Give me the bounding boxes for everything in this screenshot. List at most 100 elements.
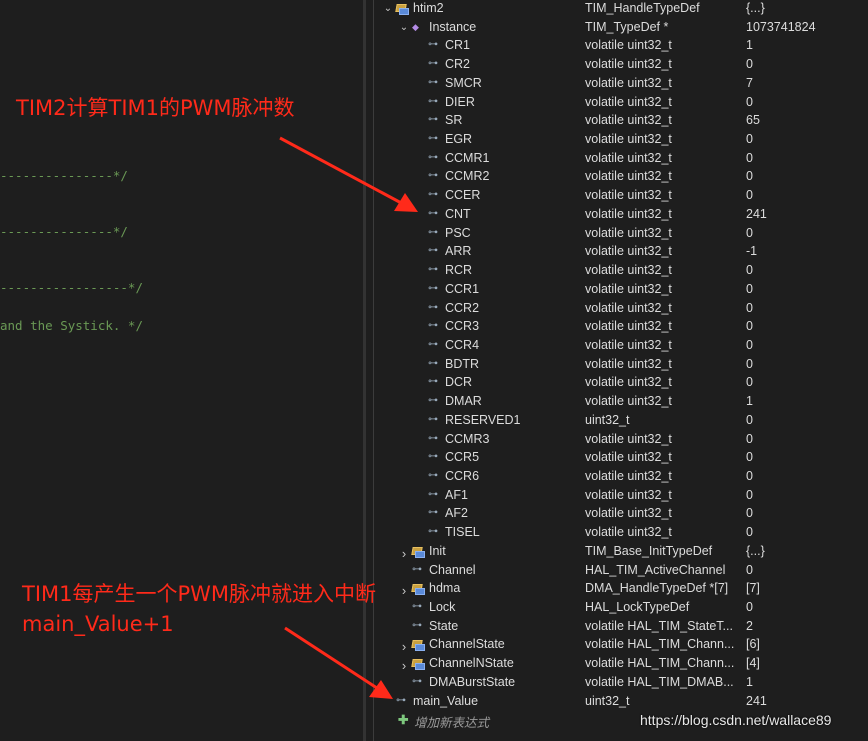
code-comment-line: -----------------*/ — [0, 280, 143, 295]
watch-value[interactable]: 1 — [746, 394, 753, 408]
watch-row[interactable]: ⊶ AF2 volatile uint32_t 0 — [374, 505, 868, 524]
watch-value[interactable]: 0 — [746, 263, 753, 277]
watch-row[interactable]: ⊶ CNT volatile uint32_t 241 — [374, 206, 868, 225]
watch-row[interactable]: ⊶ CR1 volatile uint32_t 1 — [374, 37, 868, 56]
watch-row[interactable]: ⊶ ARR volatile uint32_t -1 — [374, 243, 868, 262]
watch-row[interactable]: › ChannelState volatile HAL_TIM_Chann... [6… — [374, 636, 868, 655]
expand-chevron-icon[interactable]: › — [398, 639, 410, 654]
add-icon: ✚ — [398, 713, 409, 727]
watch-row[interactable]: ⊶ PSC volatile uint32_t 0 — [374, 225, 868, 244]
watch-name: PSC — [445, 225, 471, 240]
watch-row[interactable]: ⊶ CCMR3 volatile uint32_t 0 — [374, 431, 868, 450]
watch-row[interactable]: ⊶ RCR volatile uint32_t 0 — [374, 262, 868, 281]
watch-value[interactable]: 0 — [746, 188, 753, 202]
watch-type: volatile uint32_t — [585, 169, 672, 184]
watch-row[interactable]: ⊶ CCR4 volatile uint32_t 0 — [374, 337, 868, 356]
watch-value[interactable]: 0 — [746, 169, 753, 183]
watch-row[interactable]: ⊶ CCR1 volatile uint32_t 0 — [374, 281, 868, 300]
watch-window[interactable]: ⌄ htim2 TIM_HandleTypeDef {...} ⌄ ◆ Instance TI… — [374, 0, 868, 741]
watch-value[interactable]: 0 — [746, 600, 753, 614]
watch-value[interactable]: {...} — [746, 544, 765, 558]
watch-row[interactable]: › ChannelNState volatile HAL_TIM_Chann... [… — [374, 655, 868, 674]
watch-row[interactable]: › Init TIM_Base_InitTypeDef {...} — [374, 543, 868, 562]
watch-value[interactable]: 0 — [746, 301, 753, 315]
field-icon: ⊶ — [428, 76, 438, 88]
expand-chevron-icon[interactable]: › — [398, 658, 410, 673]
watch-value[interactable]: 7 — [746, 76, 753, 90]
watch-row[interactable]: ⊶ DIER volatile uint32_t 0 — [374, 94, 868, 113]
watch-value[interactable]: 0 — [746, 375, 753, 389]
expand-chevron-icon[interactable]: › — [398, 546, 410, 561]
watch-row[interactable]: ⊶ CCR2 volatile uint32_t 0 — [374, 300, 868, 319]
watch-value[interactable]: [7] — [746, 581, 760, 595]
watch-value[interactable]: 0 — [746, 432, 753, 446]
watch-row[interactable]: ⊶ EGR volatile uint32_t 0 — [374, 131, 868, 150]
watch-value[interactable]: 0 — [746, 132, 753, 146]
watch-row[interactable]: ⊶ CCMR2 volatile uint32_t 0 — [374, 168, 868, 187]
watch-value[interactable]: [6] — [746, 637, 760, 651]
watch-value[interactable]: 0 — [746, 563, 753, 577]
field-icon: ⊶ — [396, 694, 406, 706]
expand-chevron-icon[interactable]: › — [398, 583, 410, 598]
code-comment-line: and the Systick. */ — [0, 318, 143, 333]
watch-name: Init — [429, 543, 446, 558]
watch-row[interactable]: ⊶ Lock HAL_LockTypeDef 0 — [374, 599, 868, 618]
watch-value[interactable]: 0 — [746, 450, 753, 464]
watch-row[interactable]: ⊶ DMAR volatile uint32_t 1 — [374, 393, 868, 412]
watch-value[interactable]: 0 — [746, 57, 753, 71]
watch-name: CCMR1 — [445, 150, 490, 165]
watch-row[interactable]: ⊶ CR2 volatile uint32_t 0 — [374, 56, 868, 75]
watch-value[interactable]: 0 — [746, 413, 753, 427]
watch-value[interactable]: 0 — [746, 338, 753, 352]
watch-row[interactable]: ⊶ CCR5 volatile uint32_t 0 — [374, 449, 868, 468]
collapse-chevron-icon[interactable]: ⌄ — [382, 3, 394, 14]
watch-row[interactable]: ⊶ SR volatile uint32_t 65 — [374, 112, 868, 131]
watch-value[interactable]: 0 — [746, 506, 753, 520]
watch-type: volatile uint32_t — [585, 94, 672, 109]
watch-value[interactable]: 0 — [746, 319, 753, 333]
watch-row[interactable]: ⊶ BDTR volatile uint32_t 0 — [374, 356, 868, 375]
watch-row[interactable]: ⌄ htim2 TIM_HandleTypeDef {...} — [374, 0, 868, 19]
watch-value[interactable]: 0 — [746, 488, 753, 502]
watch-value[interactable]: {...} — [746, 1, 765, 15]
watch-row[interactable]: ⊶ CCR3 volatile uint32_t 0 — [374, 318, 868, 337]
watch-type: volatile uint32_t — [585, 281, 672, 296]
watch-type: volatile uint32_t — [585, 525, 672, 540]
watch-row[interactable]: ⊶ SMCR volatile uint32_t 7 — [374, 75, 868, 94]
watch-value[interactable]: 0 — [746, 469, 753, 483]
watch-value[interactable]: 1 — [746, 38, 753, 52]
watch-value[interactable]: 1073741824 — [746, 20, 816, 34]
watch-row[interactable]: ⊶ DMABurstState volatile HAL_TIM_DMAB... 1 — [374, 674, 868, 693]
field-icon: ⊶ — [428, 451, 438, 463]
watch-row[interactable]: ⊶ AF1 volatile uint32_t 0 — [374, 487, 868, 506]
watch-value[interactable]: 241 — [746, 207, 767, 221]
field-icon: ⊶ — [428, 395, 438, 407]
watch-value[interactable]: 2 — [746, 619, 753, 633]
watch-row[interactable]: ⌄ ◆ Instance TIM_TypeDef * 1073741824 — [374, 19, 868, 38]
watch-row[interactable]: ⊶ RESERVED1 uint32_t 0 — [374, 412, 868, 431]
watch-value[interactable]: 0 — [746, 95, 753, 109]
watch-row[interactable]: ⊶ CCER volatile uint32_t 0 — [374, 187, 868, 206]
watch-name: AF1 — [445, 487, 468, 502]
watch-row[interactable]: ⊶ DCR volatile uint32_t 0 — [374, 374, 868, 393]
watch-row[interactable]: ⊶ TISEL volatile uint32_t 0 — [374, 524, 868, 543]
watch-value[interactable]: [4] — [746, 656, 760, 670]
collapse-chevron-icon[interactable]: ⌄ — [398, 22, 410, 33]
watch-row[interactable]: ⊶ CCMR1 volatile uint32_t 0 — [374, 150, 868, 169]
watch-value[interactable]: 65 — [746, 113, 760, 127]
watch-value[interactable]: 241 — [746, 694, 767, 708]
field-icon: ⊶ — [428, 39, 438, 51]
watch-name: SMCR — [445, 75, 482, 90]
watch-value[interactable]: 0 — [746, 151, 753, 165]
watch-row[interactable]: ⊶ CCR6 volatile uint32_t 0 — [374, 468, 868, 487]
watch-value[interactable]: 0 — [746, 525, 753, 539]
watch-value[interactable]: 0 — [746, 226, 753, 240]
watch-row[interactable]: ⊶ Channel HAL_TIM_ActiveChannel 0 — [374, 562, 868, 581]
watch-value[interactable]: 0 — [746, 357, 753, 371]
watch-row[interactable]: ⊶ main_Value uint32_t 241 — [374, 693, 868, 712]
watch-row[interactable]: ⊶ State volatile HAL_TIM_StateT... 2 — [374, 618, 868, 637]
watch-row[interactable]: › hdma DMA_HandleTypeDef *[7] [7] — [374, 580, 868, 599]
watch-value[interactable]: 0 — [746, 282, 753, 296]
watch-value[interactable]: -1 — [746, 244, 757, 258]
watch-value[interactable]: 1 — [746, 675, 753, 689]
